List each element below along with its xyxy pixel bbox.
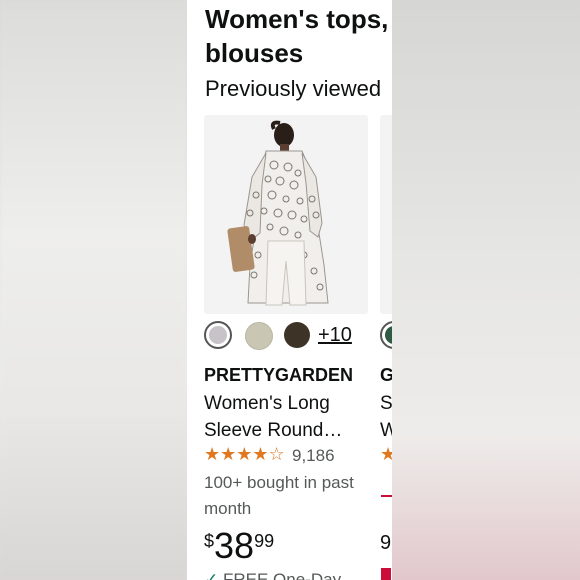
shipping-text: FREE One-Day <box>222 570 342 580</box>
shipping-info: ✓ FREE One-Day <box>204 570 341 580</box>
prime-check-icon: ✓ <box>204 570 219 580</box>
next-product-title[interactable]: S W <box>380 390 392 444</box>
next-star-rating-icon: ★ <box>380 444 392 464</box>
color-swatch-brown[interactable] <box>284 322 310 348</box>
price-cents: 99 <box>254 531 275 551</box>
price-whole: 38 <box>214 525 255 566</box>
next-product-image[interactable] <box>380 115 392 314</box>
product-image[interactable] <box>204 115 368 314</box>
product-title-link[interactable]: Women's Long Sleeve Round… <box>204 390 372 444</box>
title-line-2: blouses <box>205 38 304 68</box>
title-line-1: Women's tops, <box>205 4 389 34</box>
background-right <box>392 0 580 580</box>
background-left <box>0 0 187 580</box>
section-subtitle: Previously viewed <box>205 76 382 101</box>
product-title-line-1: Women's Long <box>204 393 330 414</box>
star-rating-icon[interactable]: ★★★★☆ <box>204 444 285 465</box>
next-product-price: 9 <box>380 532 392 554</box>
next-product-brand: G <box>380 365 392 385</box>
review-count[interactable]: 9,186 <box>292 446 335 466</box>
product-brand: PRETTYGARDEN <box>204 365 354 385</box>
next-badge-icon <box>381 568 391 580</box>
product-price: $3899 <box>204 525 274 567</box>
color-swatch-beige[interactable] <box>245 322 273 350</box>
next-title-line-2: W <box>380 420 392 441</box>
price-currency: $ <box>204 531 215 551</box>
product-title-line-2: Sleeve Round… <box>204 420 343 441</box>
bought-in-past-month: 100+ bought in past month <box>204 473 354 518</box>
product-photo-lace-blouse-icon <box>227 120 329 306</box>
next-color-swatch-green[interactable] <box>380 321 392 349</box>
page-title: Women's tops, blouses <box>205 2 392 70</box>
next-deal-badge <box>381 495 392 497</box>
phone-screen: Women's tops, blouses Previously viewed <box>187 0 392 580</box>
color-swatch-lilac[interactable] <box>204 321 232 349</box>
next-title-line-1: S <box>380 393 392 414</box>
more-colors-link[interactable]: +10 <box>318 324 352 347</box>
